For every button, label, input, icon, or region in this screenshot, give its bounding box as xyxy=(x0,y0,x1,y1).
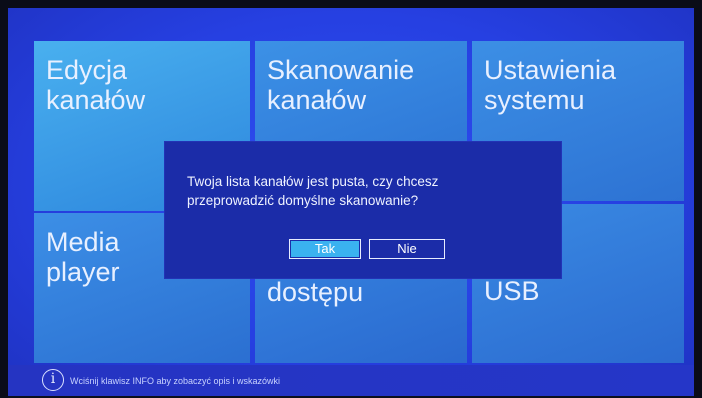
tile-label: Skanowanie kanałów xyxy=(267,55,415,116)
help-bar: i Wciśnij klawisz INFO aby zobaczyć opis… xyxy=(8,365,694,396)
info-icon: i xyxy=(42,369,64,391)
yes-button[interactable]: Tak xyxy=(289,239,361,259)
tile-label: Ustawienia systemu xyxy=(484,55,617,116)
dialog-message: Twoja lista kanałów jest pusta, czy chce… xyxy=(187,174,439,208)
tv-bezel-left xyxy=(0,0,8,398)
tv-bezel-top xyxy=(0,0,702,8)
scan-confirm-dialog: Twoja lista kanałów jest pusta, czy chce… xyxy=(165,142,561,278)
main-menu-screen: Edycja kanałów Skanowanie kanałów Ustawi… xyxy=(8,8,694,396)
tv-bezel-right xyxy=(694,0,702,398)
tile-label: Edycja kanałów xyxy=(46,55,146,116)
help-text: Wciśnij klawisz INFO aby zobaczyć opis i… xyxy=(70,376,281,386)
no-button[interactable]: Nie xyxy=(369,239,445,259)
